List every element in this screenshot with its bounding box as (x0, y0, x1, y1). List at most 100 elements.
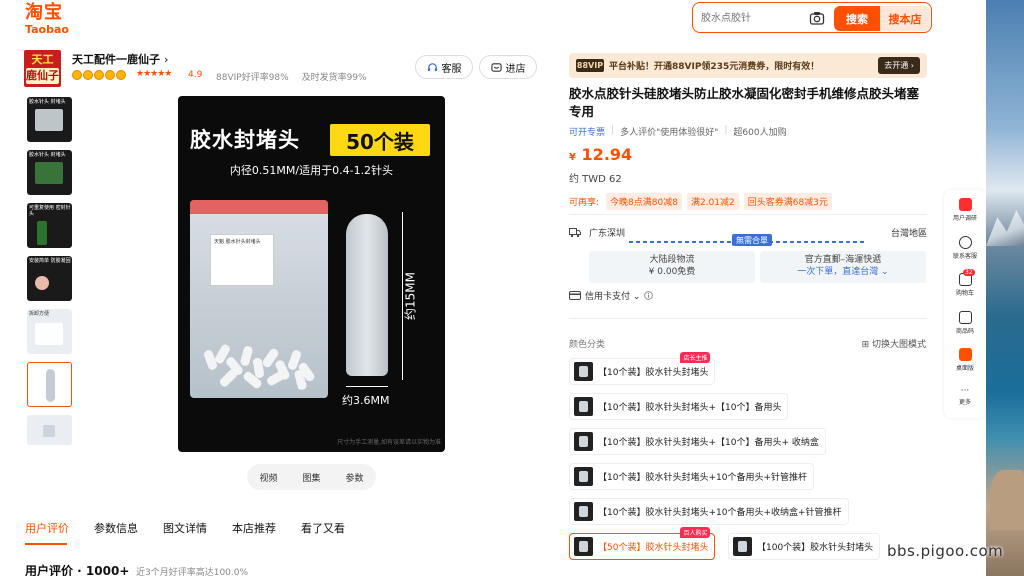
sidebar-more[interactable]: ··· 更多 (944, 386, 986, 406)
sidebar-label: 联系客服 (952, 253, 977, 260)
thumbnail-label: 安装简单 防胶凝固 (29, 258, 71, 264)
tab-parameters[interactable]: 参数信息 (94, 520, 138, 536)
chevron-right-icon: › (164, 53, 169, 66)
sku-thumbnail (574, 537, 593, 556)
search-button[interactable]: 搜索 (834, 6, 880, 31)
image-view-tabs: 视频 图集 参数 (247, 464, 376, 490)
desktop-wallpaper (986, 0, 1024, 576)
crown-icon (94, 70, 104, 80)
sidebar-desktop[interactable]: 桌面版 (944, 348, 986, 372)
camera-search-icon[interactable] (809, 10, 825, 26)
shop-logo[interactable]: 天工 鹿仙子 (24, 50, 61, 87)
thumbnail-7[interactable] (27, 415, 72, 445)
good-review-rate: 88VIP好评率98% (216, 73, 289, 83)
divider (569, 318, 927, 319)
tab-also-viewed[interactable]: 看了又看 (301, 520, 345, 536)
coupon-2[interactable]: 满2.01减2 (686, 193, 739, 210)
sku-option-3[interactable]: 【10个装】胶水针头封堵头+【10个】备用头+ 收纳盒 (569, 428, 826, 455)
sku-option-5[interactable]: 【10个装】胶水针头封堵头+10个备用头+收纳盒+针管推杆 (569, 498, 849, 525)
sku-option-6[interactable]: 【50个装】胶水针头封堵头 百人购买 (569, 527, 716, 560)
thumbnail-1[interactable]: 胶水针头 封堵头 (27, 97, 72, 142)
desktop-icon (958, 348, 972, 361)
search-bar: 搜索 搜本店 (692, 2, 932, 33)
coupon-3[interactable]: 回头客券满68减3元 (743, 193, 832, 210)
vip-badge: 88VIP (576, 59, 604, 72)
tab-video[interactable]: 视频 (259, 471, 277, 484)
crown-icon (72, 70, 82, 80)
tab-reviews[interactable]: 用户评价 (25, 520, 69, 536)
thumbnail-4[interactable]: 安装简单 防胶凝固 (27, 256, 72, 301)
crown-icon (105, 70, 115, 80)
wallpaper-mountain (986, 210, 1024, 246)
logo-en: Taobao (25, 23, 69, 36)
sidebar-customer-service[interactable]: 联系客服 (944, 236, 986, 260)
ship-from: 广东深圳 (589, 229, 626, 239)
mainland-logistics-price: ¥ 0.00免费 (648, 267, 696, 277)
color-category-label: 颜色分类 (569, 340, 606, 350)
sku-label: 【50个装】胶水针头封堵头 (598, 543, 709, 553)
sku-option-4[interactable]: 【10个装】胶水针头封堵头+10个备用头+针管推杆 (569, 463, 814, 490)
sidebar-label: 购物车 (955, 290, 974, 297)
invoice-tag[interactable]: 可开专票 (569, 125, 605, 138)
search-input[interactable] (701, 9, 801, 27)
sku-thumbnail (574, 397, 593, 416)
thumbnail-label: 胶水针头 封堵头 (29, 152, 66, 158)
tab-gallery[interactable]: 图集 (302, 471, 320, 484)
currency-symbol: ¥ (569, 152, 576, 163)
ship-to[interactable]: 台灣地區 (891, 226, 927, 239)
sku-label: 【100个装】胶水针头封堵头 (757, 543, 874, 553)
thumbnail-5[interactable]: 拆卸方便 (27, 309, 72, 354)
payment-label: 信用卡支付 ⌄ (585, 292, 641, 302)
mainland-logistics: 大陆段物流 ¥ 0.00免费 (589, 251, 755, 283)
sku-thumbnail (574, 432, 593, 451)
main-product-image[interactable]: 胶水封堵头 50个装 内径0.51MM/适用于0.4-1.2针头 天魁 胶水针头… (178, 96, 445, 452)
sku-label: 【10个装】胶水针头封堵头+10个备用头+针管推杆 (598, 473, 807, 483)
cap-closeup (346, 214, 388, 376)
payment-method[interactable]: 信用卡支付 ⌄ (569, 289, 654, 302)
detail-tabs: 用户评价 参数信息 图文详情 本店推荐 看了又看 (25, 520, 345, 536)
product-image (35, 162, 63, 184)
enter-shop-button[interactable]: 进店 (479, 55, 537, 79)
vip-activate-button[interactable]: 去开通 › (878, 57, 920, 74)
thumbnail-label: 拆卸方便 (29, 311, 50, 317)
service-icon (958, 236, 972, 249)
sidebar-qrcode[interactable]: 商品码 (944, 311, 986, 335)
product-image (43, 425, 55, 437)
bag-label: 天魁 胶水针头封堵头 (210, 234, 274, 286)
sku-option-2[interactable]: 【10个装】胶水针头封堵头+【10个】备用头 (569, 393, 789, 420)
crown-icon (116, 70, 126, 80)
store-icon (490, 62, 502, 72)
official-shipping[interactable]: 官方直郵–海運快遞 一次下單，直達台灣 ⌄ (760, 251, 926, 283)
sidebar-survey[interactable]: 用户调研 (944, 198, 986, 222)
image-quantity-badge: 50个装 (330, 124, 430, 156)
sku-option-7[interactable]: 【100个装】胶水针头封堵头 (728, 533, 881, 560)
thumbnail-3[interactable]: 可重复使用 密封针头 (27, 203, 72, 248)
headset-icon (427, 62, 437, 71)
price: ¥ 12.94 (569, 145, 632, 164)
search-shop-button[interactable]: 搜本店 (880, 6, 930, 31)
tab-params[interactable]: 参数 (345, 471, 363, 484)
coupon-1[interactable]: 今晚8点满80减8 (606, 193, 682, 210)
tab-recommend[interactable]: 本店推荐 (232, 520, 276, 536)
wallpaper-rocks (990, 470, 1024, 530)
shop-stats: 88VIP好评率98% 及时发货率99% (216, 70, 377, 83)
taobao-logo[interactable]: 淘宝 Taobao (25, 4, 69, 36)
switch-image-mode[interactable]: ⊞ 切换大图模式 (862, 337, 926, 350)
product-image (35, 323, 63, 345)
divider (569, 214, 927, 215)
tab-details[interactable]: 图文详情 (163, 520, 207, 536)
sidebar-cart[interactable]: 32 购物车 (944, 269, 986, 297)
tag-separator: | (611, 125, 615, 135)
official-shipping-link[interactable]: 一次下單，直達台灣 ⌄ (760, 266, 926, 278)
info-icon[interactable] (644, 291, 654, 300)
thumbnail-2[interactable]: 胶水针头 封堵头 (27, 150, 72, 195)
sidebar-label: 桌面版 (955, 365, 974, 372)
customer-service-button[interactable]: 客服 (415, 55, 473, 79)
taobao-product-page: 淘宝 Taobao 搜索 搜本店 天工 鹿仙子 天工配件一鹿仙子› ★★★★★ … (0, 0, 1024, 576)
sku-option-1[interactable]: 【10个装】胶水针头封堵头 店长主推 (569, 352, 716, 385)
thumbnail-6[interactable] (27, 362, 72, 407)
shop-name-link[interactable]: 天工配件一鹿仙子 › (72, 51, 168, 67)
shop-logo-line2: 鹿仙子 (26, 68, 59, 84)
sidebar-label: 用户调研 (952, 215, 977, 222)
cart-count-tag: 超600人加购 (733, 128, 787, 138)
